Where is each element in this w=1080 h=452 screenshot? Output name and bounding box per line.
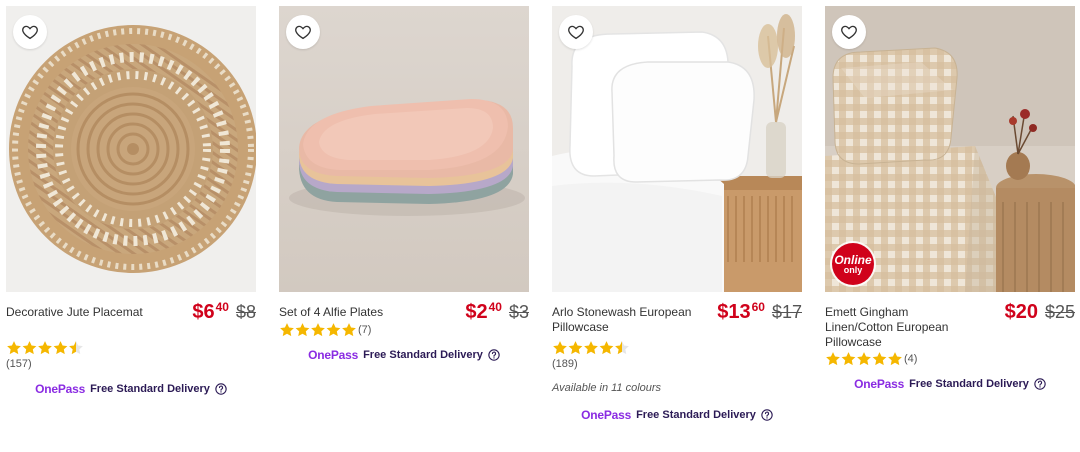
onepass-delivery-link[interactable]: OnePass Free Standard Delivery (552, 408, 802, 422)
sale-price-cents: 60 (751, 300, 765, 314)
help-circle-icon[interactable] (761, 409, 773, 421)
product-image[interactable] (279, 6, 529, 292)
heart-outline-icon (841, 25, 857, 40)
product-image[interactable] (552, 6, 802, 292)
sale-price-cents: 40 (215, 300, 229, 314)
onepass-logo: OnePass (35, 382, 86, 396)
star-rating: (7) (279, 322, 529, 338)
alfie-plates-image (289, 99, 525, 216)
product-name[interactable]: Emett Gingham Linen/Cotton European Pill… (825, 305, 975, 350)
wishlist-button[interactable] (559, 15, 593, 49)
help-circle-icon[interactable] (488, 349, 500, 361)
product-price: $6 40 $8 (192, 301, 256, 323)
jute-placemat-image (9, 25, 256, 273)
onepass-delivery-link[interactable]: OnePass Free Standard Delivery (6, 382, 256, 396)
delivery-text: Free Standard Delivery (363, 349, 483, 361)
star-rating (552, 340, 802, 356)
delivery-text: Free Standard Delivery (636, 409, 756, 421)
star-rating (6, 340, 256, 356)
help-circle-icon[interactable] (215, 383, 227, 395)
wishlist-button[interactable] (286, 15, 320, 49)
product-card[interactable]: Decorative Jute Placemat $6 40 $8 (157) … (6, 6, 256, 396)
star-rating-icons (7, 341, 83, 355)
product-name[interactable]: Arlo Stonewash European Pillowcase (552, 305, 702, 335)
product-name[interactable]: Set of 4 Alfie Plates (279, 305, 429, 320)
heart-outline-icon (295, 25, 311, 40)
product-price: $2 40 $3 (465, 301, 529, 323)
star-rating: (4) (825, 351, 1075, 367)
star-rating-icons (280, 323, 356, 337)
star-rating-icons (826, 352, 902, 366)
wishlist-button[interactable] (13, 15, 47, 49)
product-price: $13 60 $17 (717, 301, 802, 323)
product-name[interactable]: Decorative Jute Placemat (6, 305, 156, 320)
product-card[interactable]: Online only Emett Gingham Linen/Cotton E… (825, 6, 1075, 391)
review-count: (4) (904, 353, 918, 365)
sale-price: $20 (1004, 301, 1038, 323)
heart-outline-icon (568, 25, 584, 40)
star-rating-icons (553, 341, 629, 355)
product-card[interactable]: Arlo Stonewash European Pillowcase $13 6… (552, 6, 802, 422)
was-price: $25 (1044, 302, 1075, 322)
online-only-badge: Online only (832, 243, 874, 285)
delivery-text: Free Standard Delivery (909, 378, 1029, 390)
delivery-text: Free Standard Delivery (90, 383, 210, 395)
wishlist-button[interactable] (832, 15, 866, 49)
product-price: $20 $25 (1005, 301, 1075, 323)
sale-price: $6 (192, 301, 215, 323)
sale-price: $13 (717, 301, 751, 323)
sale-price: $2 (465, 301, 488, 323)
onepass-logo: OnePass (581, 408, 632, 422)
onepass-delivery-link[interactable]: OnePass Free Standard Delivery (279, 348, 529, 362)
was-price: $17 (771, 302, 802, 322)
review-count: (189) (552, 358, 578, 370)
onepass-logo: OnePass (854, 377, 905, 391)
product-card[interactable]: Set of 4 Alfie Plates $2 40 $3 (7) OnePa… (279, 6, 529, 362)
available-colours: Available in 11 colours (552, 382, 662, 394)
review-count: (157) (6, 358, 32, 370)
was-price: $8 (235, 302, 256, 322)
heart-outline-icon (22, 25, 38, 40)
review-count: (7) (358, 324, 372, 336)
onepass-logo: OnePass (308, 348, 359, 362)
sale-price-cents: 40 (488, 300, 502, 314)
stonewash-pillowcase-image (552, 6, 802, 292)
onepass-delivery-link[interactable]: OnePass Free Standard Delivery (825, 377, 1075, 391)
product-image[interactable]: Online only (825, 6, 1075, 292)
product-image[interactable] (6, 6, 256, 292)
help-circle-icon[interactable] (1034, 378, 1046, 390)
was-price: $3 (508, 302, 529, 322)
